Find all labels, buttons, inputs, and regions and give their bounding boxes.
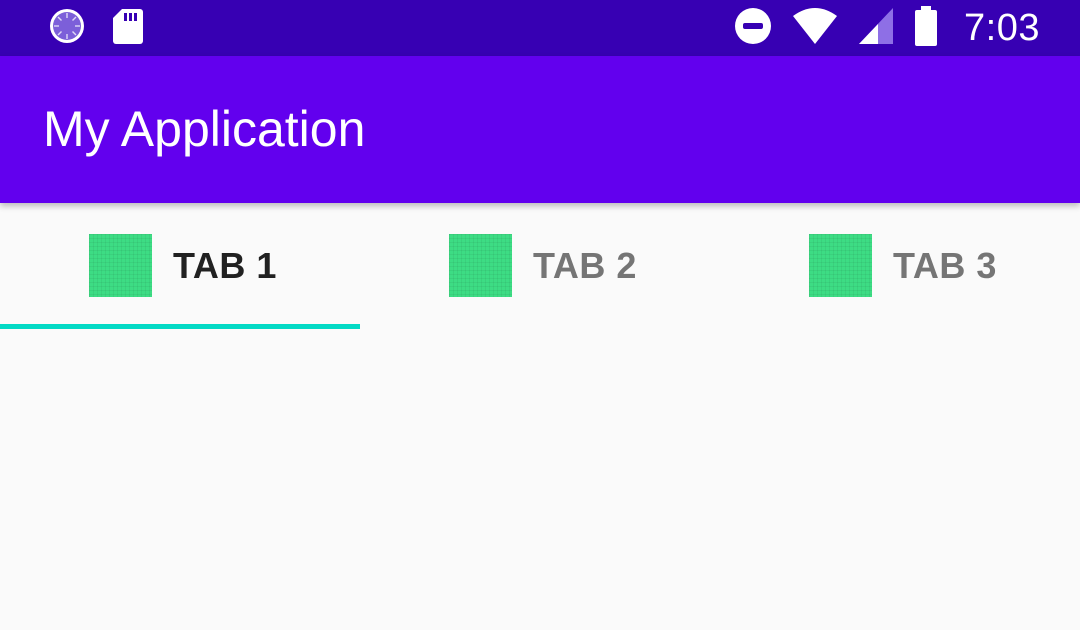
tab-image-icon (449, 234, 512, 297)
tab-label: TAB 3 (893, 244, 997, 286)
tab-label: TAB 1 (173, 244, 277, 286)
battery-icon (914, 5, 938, 51)
wifi-icon (792, 7, 838, 50)
status-left-icons (48, 8, 144, 48)
content-area (0, 329, 1080, 630)
app-bar: My Application (0, 56, 1080, 203)
status-right-icons: 7:03 (734, 4, 1040, 52)
status-bar: 7:03 (0, 0, 1080, 56)
tab-image-icon (809, 234, 872, 297)
tab-1[interactable]: TAB 1 (0, 203, 360, 329)
app-title: My Application (43, 101, 366, 157)
tab-bar: TAB 1 TAB 2 TAB 3 (0, 203, 1080, 329)
sd-card-icon (112, 7, 144, 50)
tab-label: TAB 2 (533, 244, 637, 286)
do-not-disturb-icon (734, 7, 772, 50)
signal-icon (858, 7, 894, 50)
sync-icon (48, 7, 86, 50)
tab-3[interactable]: TAB 3 (720, 203, 1080, 329)
clock: 7:03 (964, 6, 1040, 49)
tab-2[interactable]: TAB 2 (360, 203, 720, 329)
tab-image-icon (89, 234, 152, 297)
